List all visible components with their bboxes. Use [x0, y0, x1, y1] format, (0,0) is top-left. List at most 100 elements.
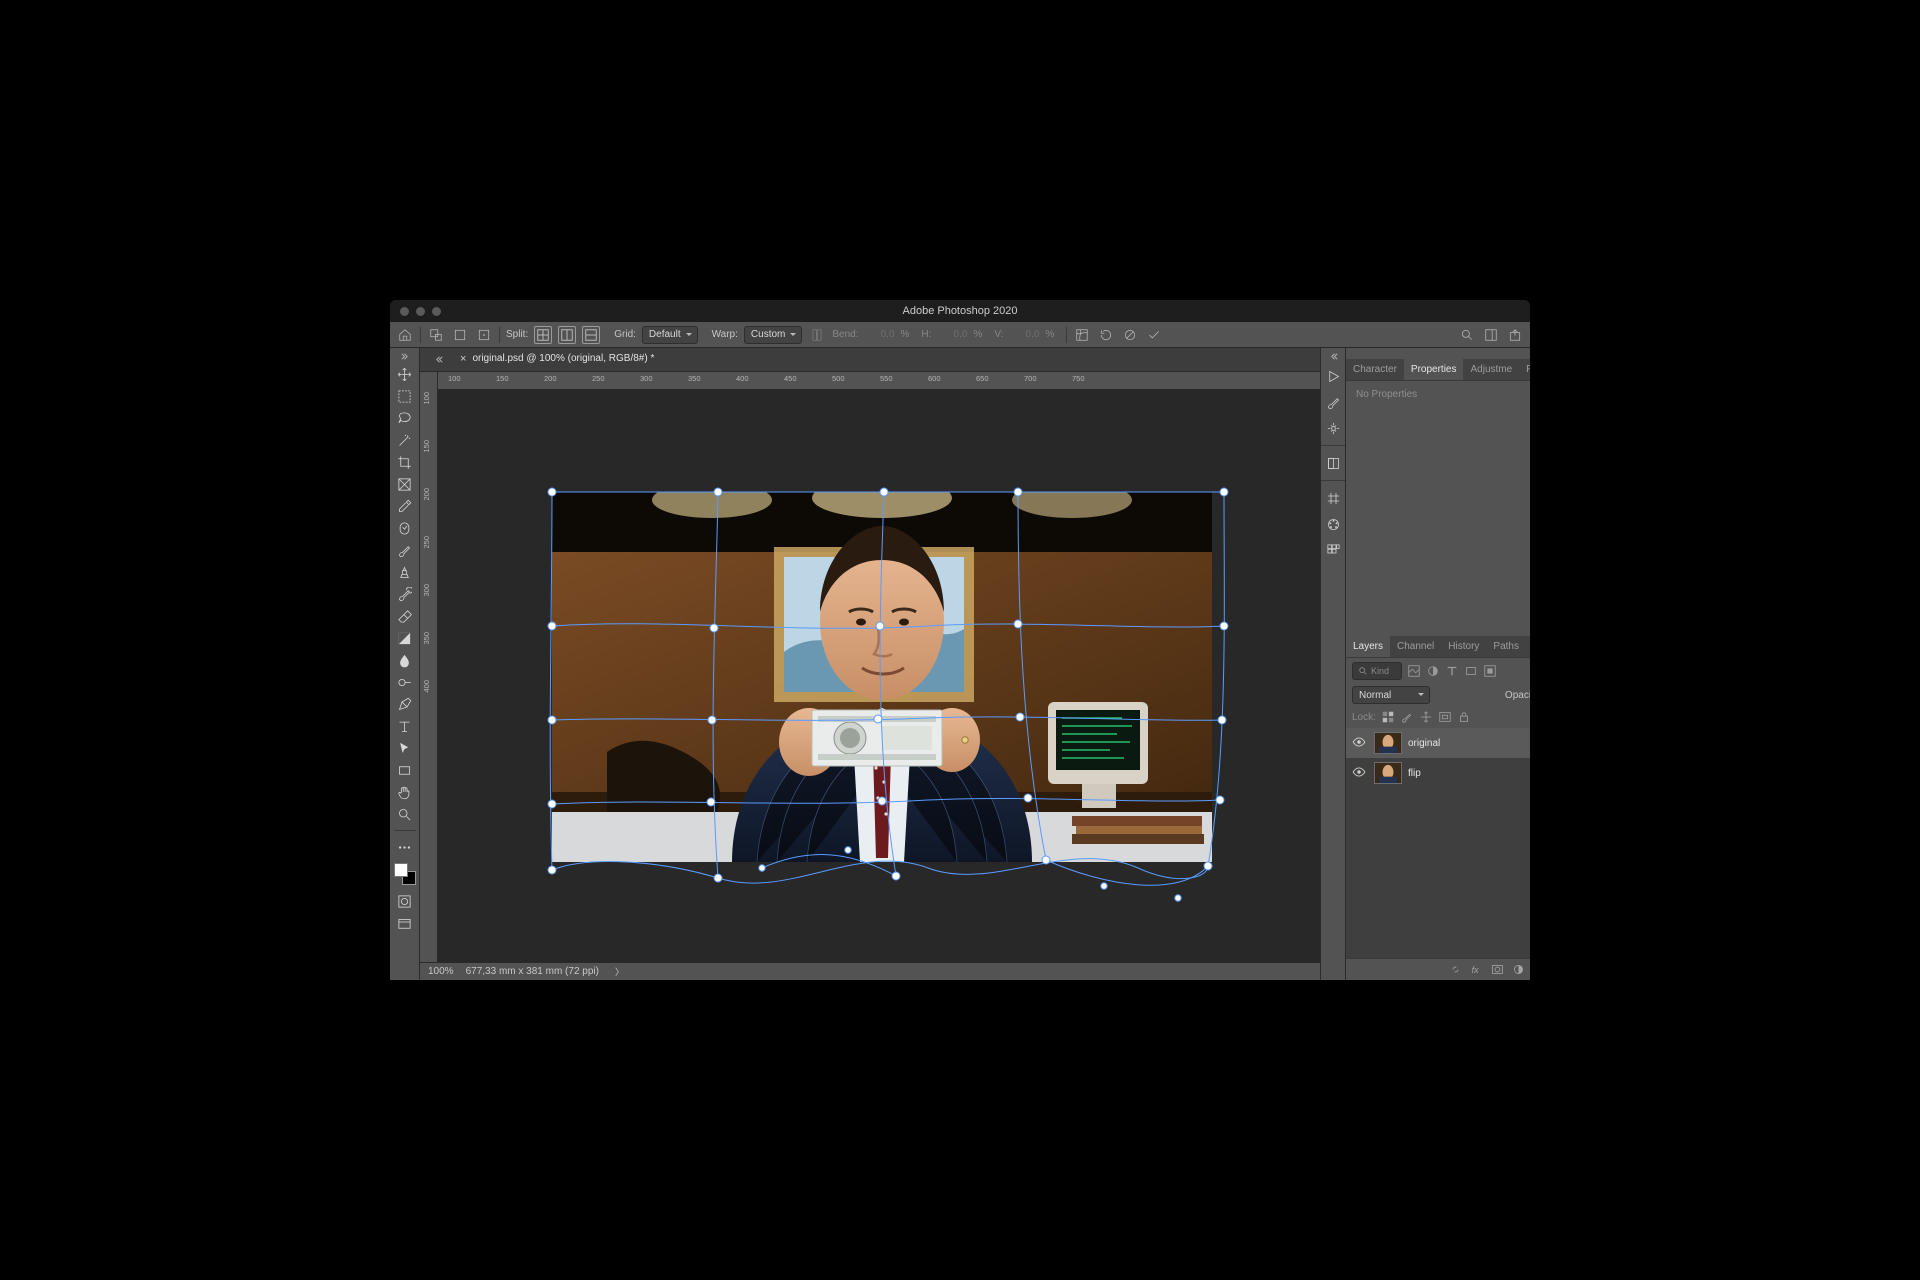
layer-row[interactable]: flip	[1346, 758, 1530, 788]
filter-shape-icon[interactable]	[1464, 664, 1478, 678]
layer-style-icon[interactable]: fx	[1470, 963, 1483, 976]
layer-filter-buttons	[1407, 664, 1497, 678]
layer-filter-search[interactable]: Kind	[1352, 662, 1402, 680]
lock-brush-icon[interactable]	[1400, 710, 1414, 724]
tab-character[interactable]: Character	[1346, 359, 1404, 380]
dock-expand[interactable]	[1321, 351, 1345, 362]
clone-stamp-tool[interactable]	[393, 562, 417, 582]
tabbar-expand[interactable]	[430, 355, 450, 364]
warp-mode-toggle-button[interactable]	[1073, 326, 1091, 344]
lock-all-icon[interactable]	[1457, 710, 1471, 724]
filter-adjust-icon[interactable]	[1426, 664, 1440, 678]
window-traffic-lights[interactable]	[390, 307, 441, 316]
frame-tool[interactable]	[393, 474, 417, 494]
tab-history[interactable]: History	[1441, 636, 1486, 657]
layers-panel-icon[interactable]	[1321, 451, 1345, 475]
move-tool[interactable]	[393, 364, 417, 384]
marquee-tool[interactable]	[393, 386, 417, 406]
vertical-ruler[interactable]: 100150200250300350400	[420, 372, 438, 962]
eraser-tool[interactable]	[393, 606, 417, 626]
pen-tool[interactable]	[393, 694, 417, 714]
zoom-tool[interactable]	[393, 804, 417, 824]
filter-pixel-icon[interactable]	[1407, 664, 1421, 678]
share-button[interactable]	[1506, 326, 1524, 344]
cancel-transform-button[interactable]	[1121, 326, 1139, 344]
tab-adjustments[interactable]: Adjustme	[1463, 359, 1519, 380]
reset-warp-button[interactable]	[1097, 326, 1115, 344]
transform-rotate-icon[interactable]	[451, 326, 469, 344]
lock-artboard-icon[interactable]	[1438, 710, 1452, 724]
patterns-panel-icon[interactable]	[1321, 486, 1345, 510]
v-value: 0,0	[1009, 329, 1039, 340]
close-tab-icon[interactable]: ×	[460, 353, 466, 365]
commit-transform-button[interactable]	[1145, 326, 1163, 344]
blur-tool[interactable]	[393, 650, 417, 670]
foreground-background-swatch[interactable]	[394, 863, 416, 885]
history-brush-tool[interactable]	[393, 584, 417, 604]
document-tab[interactable]: × original.psd @ 100% (original, RGB/8#)…	[450, 348, 664, 372]
path-selection-tool[interactable]	[393, 738, 417, 758]
document-info[interactable]: 677,33 mm x 381 mm (72 ppi)	[466, 966, 599, 977]
traffic-zoom[interactable]	[432, 307, 441, 316]
canvas[interactable]	[438, 390, 1320, 962]
layer-name[interactable]: original	[1408, 738, 1440, 749]
lock-position-icon[interactable]	[1419, 710, 1433, 724]
type-tool[interactable]	[393, 716, 417, 736]
split-vertical-button[interactable]	[558, 326, 576, 344]
magic-wand-tool[interactable]	[393, 430, 417, 450]
grid-select[interactable]: Default	[642, 326, 698, 344]
opacity-label: Opacity:	[1505, 690, 1530, 701]
filter-type-icon[interactable]	[1445, 664, 1459, 678]
status-menu-icon[interactable]: 〉	[615, 965, 624, 978]
layer-row[interactable]: original	[1346, 728, 1530, 758]
traffic-close[interactable]	[400, 307, 409, 316]
filter-smart-icon[interactable]	[1483, 664, 1497, 678]
gradient-tool[interactable]	[393, 628, 417, 648]
horizontal-ruler[interactable]: 1001502002503003504004505005506006507007…	[438, 372, 1320, 390]
swatches-panel-icon[interactable]	[1321, 538, 1345, 562]
zoom-value[interactable]: 100%	[428, 966, 454, 977]
tab-layers[interactable]: Layers	[1346, 636, 1390, 657]
layer-visibility-icon[interactable]	[1350, 735, 1368, 752]
brush-tool[interactable]	[393, 540, 417, 560]
brushes-panel-icon[interactable]	[1321, 390, 1345, 414]
edit-toolbar-button[interactable]	[393, 837, 417, 857]
panels-expand[interactable]	[1346, 348, 1530, 359]
tab-libraries[interactable]: Libraries	[1526, 636, 1530, 657]
home-button[interactable]	[396, 326, 414, 344]
hand-tool[interactable]	[393, 782, 417, 802]
layers-footer: fx	[1346, 958, 1530, 980]
lock-pixels-icon[interactable]	[1381, 710, 1395, 724]
actions-panel-icon[interactable]	[1321, 364, 1345, 388]
split-crosswise-button[interactable]	[534, 326, 552, 344]
lasso-tool[interactable]	[393, 408, 417, 428]
tab-channels[interactable]: Channel	[1390, 636, 1441, 657]
blend-mode-select[interactable]: Normal	[1352, 686, 1430, 704]
traffic-minimize[interactable]	[416, 307, 425, 316]
layer-name[interactable]: flip	[1408, 768, 1421, 779]
quick-mask-button[interactable]	[393, 891, 417, 911]
workspace-switcher-button[interactable]	[1482, 326, 1500, 344]
link-layers-icon[interactable]	[1449, 963, 1462, 976]
healing-brush-tool[interactable]	[393, 518, 417, 538]
transform-scale-icon[interactable]	[427, 326, 445, 344]
tools-expand[interactable]	[390, 351, 419, 362]
rectangle-tool[interactable]	[393, 760, 417, 780]
adjustment-layer-icon[interactable]	[1512, 963, 1525, 976]
crop-tool[interactable]	[393, 452, 417, 472]
layer-mask-icon[interactable]	[1491, 963, 1504, 976]
eyedropper-tool[interactable]	[393, 496, 417, 516]
layer-visibility-icon[interactable]	[1350, 765, 1368, 782]
screen-mode-button[interactable]	[393, 914, 417, 934]
tab-paragraph[interactable]: Paragrapl	[1519, 359, 1530, 380]
warp-select[interactable]: Custom	[744, 326, 802, 344]
dodge-tool[interactable]	[393, 672, 417, 692]
transform-ref-icon[interactable]	[475, 326, 493, 344]
h-value: 0,0	[937, 329, 967, 340]
tab-properties[interactable]: Properties	[1404, 359, 1464, 380]
tab-paths[interactable]: Paths	[1486, 636, 1526, 657]
color-panel-icon[interactable]	[1321, 512, 1345, 536]
search-button[interactable]	[1458, 326, 1476, 344]
brush-settings-panel-icon[interactable]	[1321, 416, 1345, 440]
split-horizontal-button[interactable]	[582, 326, 600, 344]
